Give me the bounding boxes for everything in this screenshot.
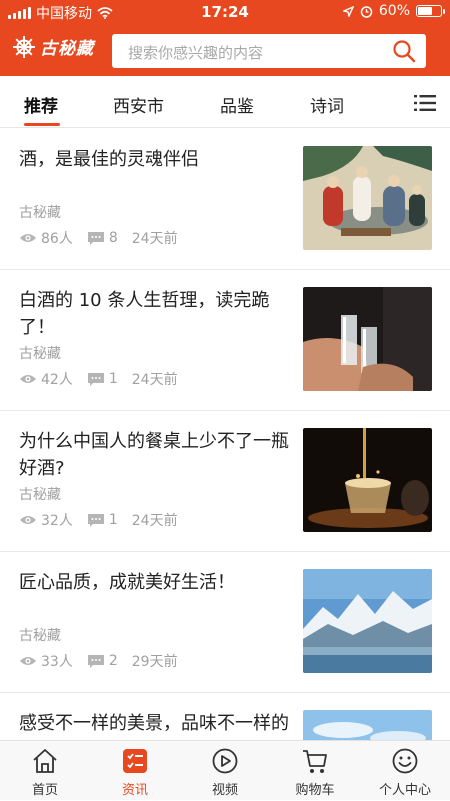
search-input[interactable]: 搜索你感兴趣的内容: [112, 34, 426, 68]
comment-count: 8: [108, 230, 118, 246]
article-feed: 酒，是最佳的灵魂伴侣 古秘藏 86人 8 24天前 白酒的 10 条人生哲理，读…: [0, 129, 450, 740]
home-icon: [33, 749, 57, 773]
article-thumbnail-sky[interactable]: [303, 710, 432, 740]
article-meta: 33人 2 29天前: [19, 651, 178, 671]
logo-text: 古秘藏: [40, 39, 94, 59]
tab-poetry[interactable]: 诗词: [310, 92, 344, 117]
category-tabs: 推荐 西安市 品鉴 诗词: [0, 76, 450, 128]
cart-icon: [303, 750, 327, 773]
article-thumbnail-mountains[interactable]: [303, 569, 432, 673]
nav-profile-label: 个人中心: [378, 783, 431, 798]
article-source: 古秘藏: [19, 628, 61, 644]
nav-home[interactable]: 首页: [0, 741, 90, 801]
article-thumbnail-pouring[interactable]: [303, 428, 432, 532]
view-count: 33人: [41, 654, 73, 670]
comment-count: 2: [108, 653, 118, 669]
comment-icon: [87, 513, 104, 527]
battery-icon: [416, 5, 445, 17]
battery-percent: 60%: [378, 3, 410, 19]
view-count: 42人: [41, 372, 73, 388]
article-item[interactable]: 匠心品质，成就美好生活！ 古秘藏 33人 2 29天前: [0, 552, 450, 693]
nav-cart-label: 购物车: [295, 783, 335, 798]
eye-icon: [20, 657, 36, 665]
eye-icon: [20, 234, 36, 242]
post-time: 24天前: [131, 513, 178, 529]
article-title[interactable]: 感受不一样的美景，品味不一样的白酒: [19, 710, 289, 740]
tab-tasting[interactable]: 品鉴: [220, 92, 254, 117]
nav-profile[interactable]: 个人中心: [360, 741, 450, 801]
article-item[interactable]: 酒，是最佳的灵魂伴侣 古秘藏 86人 8 24天前: [0, 129, 450, 270]
article-meta: 86人 8 24天前: [19, 228, 178, 248]
article-title[interactable]: 匠心品质，成就美好生活！: [19, 569, 289, 596]
news-icon: [123, 749, 147, 773]
nav-video[interactable]: 视频: [180, 741, 270, 801]
nav-video-label: 视频: [211, 783, 238, 798]
status-bar: 中国移动 17:24 60%: [0, 0, 450, 24]
article-item[interactable]: 白酒的 10 条人生哲理，读完跪了！ 古秘藏 42人 1 24天前: [0, 270, 450, 411]
view-count: 86人: [41, 231, 73, 247]
comment-count: 1: [108, 512, 118, 528]
comment-count: 1: [108, 371, 118, 387]
nav-news[interactable]: 资讯: [90, 741, 180, 801]
menu-icon[interactable]: [414, 94, 436, 112]
nav-home-label: 首页: [31, 783, 58, 798]
post-time: 29天前: [131, 654, 178, 670]
bottom-nav: 首页 资讯 视频 购物车 个人中心: [0, 740, 450, 800]
article-source: 古秘藏: [19, 346, 61, 362]
nav-news-label: 资讯: [121, 783, 148, 798]
tab-recommend[interactable]: 推荐: [24, 92, 58, 117]
article-thumbnail-glasses[interactable]: [303, 287, 432, 391]
ship-wheel-icon: [13, 35, 35, 58]
view-count: 32人: [41, 513, 73, 529]
article-title[interactable]: 为什么中国人的餐桌上少不了一瓶好酒?: [19, 428, 289, 482]
article-title[interactable]: 酒，是最佳的灵魂伴侣: [19, 146, 289, 173]
search-placeholder: 搜索你感兴趣的内容: [128, 44, 264, 62]
article-meta: 42人 1 24天前: [19, 369, 178, 389]
tab-xian[interactable]: 西安市: [113, 92, 164, 117]
article-item[interactable]: 感受不一样的美景，品味不一样的白酒: [0, 693, 450, 740]
article-source: 古秘藏: [19, 205, 61, 221]
article-source: 古秘藏: [19, 487, 61, 503]
location-icon: [342, 5, 354, 17]
comment-icon: [87, 231, 104, 245]
alarm-icon: [360, 5, 373, 18]
search-icon[interactable]: [392, 39, 416, 63]
eye-icon: [20, 516, 36, 524]
app-logo[interactable]: 古秘藏: [12, 34, 94, 59]
active-tab-indicator: [24, 123, 60, 126]
nav-cart[interactable]: 购物车: [270, 741, 360, 801]
smiley-icon: [392, 748, 418, 774]
play-icon: [212, 748, 238, 774]
eye-icon: [20, 375, 36, 383]
comment-icon: [87, 372, 104, 386]
article-item[interactable]: 为什么中国人的餐桌上少不了一瓶好酒? 古秘藏 32人 1 24天前: [0, 411, 450, 552]
top-bar: 中国移动 17:24 60% 古秘藏 搜索你感兴趣的内容: [0, 0, 450, 76]
post-time: 24天前: [131, 372, 178, 388]
post-time: 24天前: [131, 231, 178, 247]
article-meta: 32人 1 24天前: [19, 510, 178, 530]
article-title[interactable]: 白酒的 10 条人生哲理，读完跪了！: [19, 287, 289, 341]
comment-icon: [87, 654, 104, 668]
article-thumbnail-painting[interactable]: [303, 146, 432, 250]
